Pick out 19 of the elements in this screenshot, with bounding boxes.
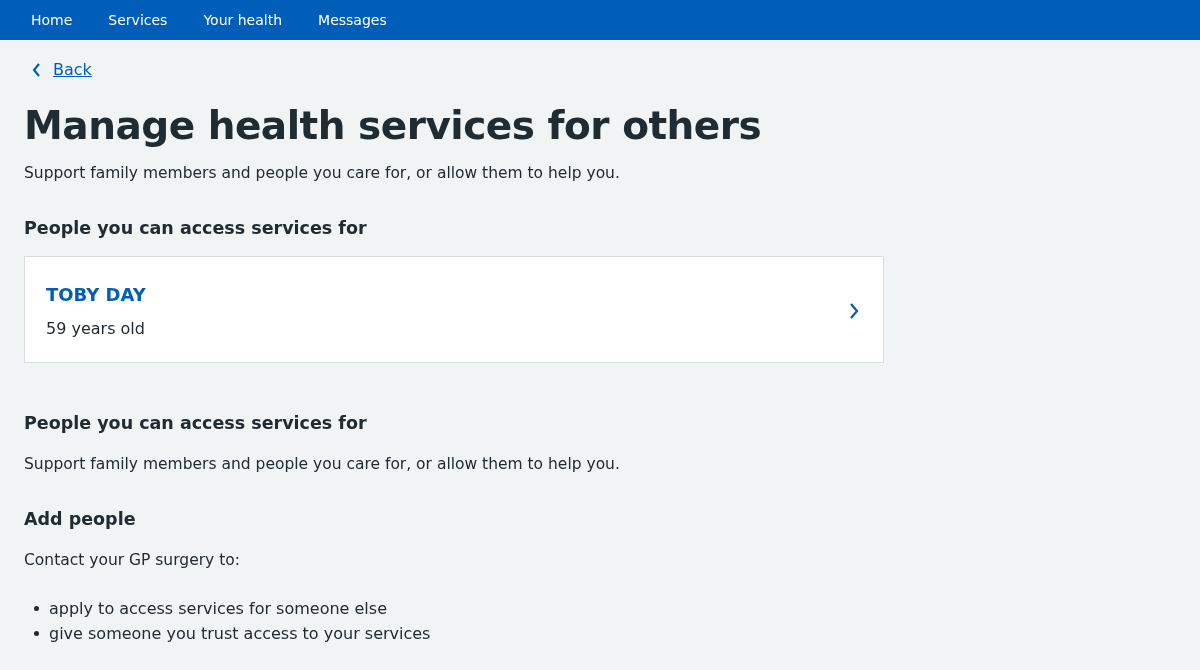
section-text: Contact your GP surgery to: [24, 551, 241, 569]
section-heading: People you can access services for [24, 413, 368, 433]
bullet-icon [34, 631, 39, 636]
person-card[interactable]: TOBY DAY 59 years old [24, 256, 884, 363]
nav-link[interactable]: Your health [203, 12, 283, 28]
chevron-left-icon [32, 62, 41, 77]
page-title: Manage health services for others [24, 103, 763, 148]
bullet-icon [34, 606, 39, 611]
nav-link[interactable]: Services [108, 12, 168, 28]
intro-text: Support family members and people you care for, or allow them to help you. [24, 164, 621, 182]
chevron-right-icon [849, 302, 859, 319]
section-heading: People you can access services for [24, 218, 368, 238]
back-link[interactable]: Back [53, 60, 92, 79]
section-heading: Add people [24, 509, 137, 529]
list-item: apply to access services for someone else [49, 599, 387, 618]
nav-link[interactable]: Messages [318, 12, 387, 28]
list-item: give someone you trust access to your services [49, 624, 431, 643]
nav-link[interactable]: Home [31, 12, 73, 28]
section-text: Support family members and people you care for, or allow them to help you. [24, 455, 621, 473]
